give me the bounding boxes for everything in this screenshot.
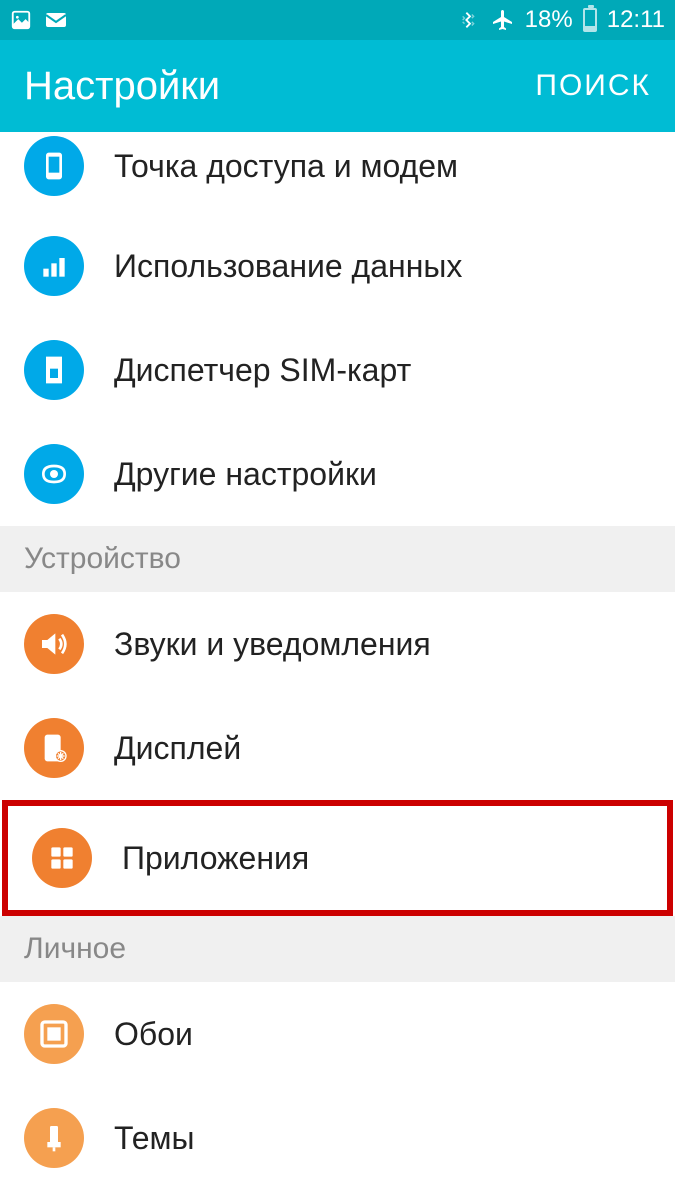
status-bar: 18% 12:11 (0, 0, 675, 40)
clock-time: 12:11 (607, 6, 665, 34)
themes-icon (24, 1108, 84, 1168)
vibrate-icon (459, 9, 481, 31)
setting-label: Диспетчер SIM-карт (114, 352, 411, 389)
data-usage-icon (24, 236, 84, 296)
setting-label: Другие настройки (114, 456, 377, 493)
apps-icon (32, 828, 92, 888)
airplane-icon (491, 8, 515, 32)
status-left-icons (10, 8, 68, 32)
mail-icon (44, 8, 68, 32)
setting-item-apps[interactable]: Приложения (8, 806, 667, 910)
sim-icon (24, 340, 84, 400)
setting-label: Темы (114, 1120, 195, 1157)
other-settings-icon (24, 444, 84, 504)
setting-item-hotspot[interactable]: Точка доступа и модем (0, 132, 675, 214)
setting-label: Приложения (122, 840, 309, 877)
wallpaper-icon (24, 1004, 84, 1064)
hotspot-icon (24, 136, 84, 196)
app-header: Настройки ПОИСК (0, 40, 675, 132)
setting-item-display[interactable]: Дисплей (0, 696, 675, 800)
highlighted-item: Приложения (2, 800, 673, 916)
display-icon (24, 718, 84, 778)
section-device: Устройство (0, 526, 675, 592)
setting-item-data-usage[interactable]: Использование данных (0, 214, 675, 318)
sounds-icon (24, 614, 84, 674)
setting-item-themes[interactable]: Темы (0, 1086, 675, 1190)
section-personal: Личное (0, 916, 675, 982)
battery-percent: 18% (525, 6, 573, 34)
setting-label: Дисплей (114, 730, 241, 767)
battery-icon (583, 8, 597, 32)
setting-label: Точка доступа и модем (114, 148, 458, 185)
status-right-info: 18% 12:11 (459, 6, 665, 34)
setting-label: Звуки и уведомления (114, 626, 431, 663)
page-title: Настройки (24, 64, 220, 109)
setting-item-partial[interactable] (0, 1190, 675, 1200)
setting-item-wallpaper[interactable]: Обои (0, 982, 675, 1086)
setting-label: Использование данных (114, 248, 462, 285)
setting-item-other-settings[interactable]: Другие настройки (0, 422, 675, 526)
image-icon (10, 9, 32, 31)
search-button[interactable]: ПОИСК (535, 69, 651, 103)
setting-item-sim-manager[interactable]: Диспетчер SIM-карт (0, 318, 675, 422)
setting-item-sounds[interactable]: Звуки и уведомления (0, 592, 675, 696)
settings-list[interactable]: Точка доступа и модем Использование данн… (0, 132, 675, 1200)
setting-label: Обои (114, 1016, 193, 1053)
